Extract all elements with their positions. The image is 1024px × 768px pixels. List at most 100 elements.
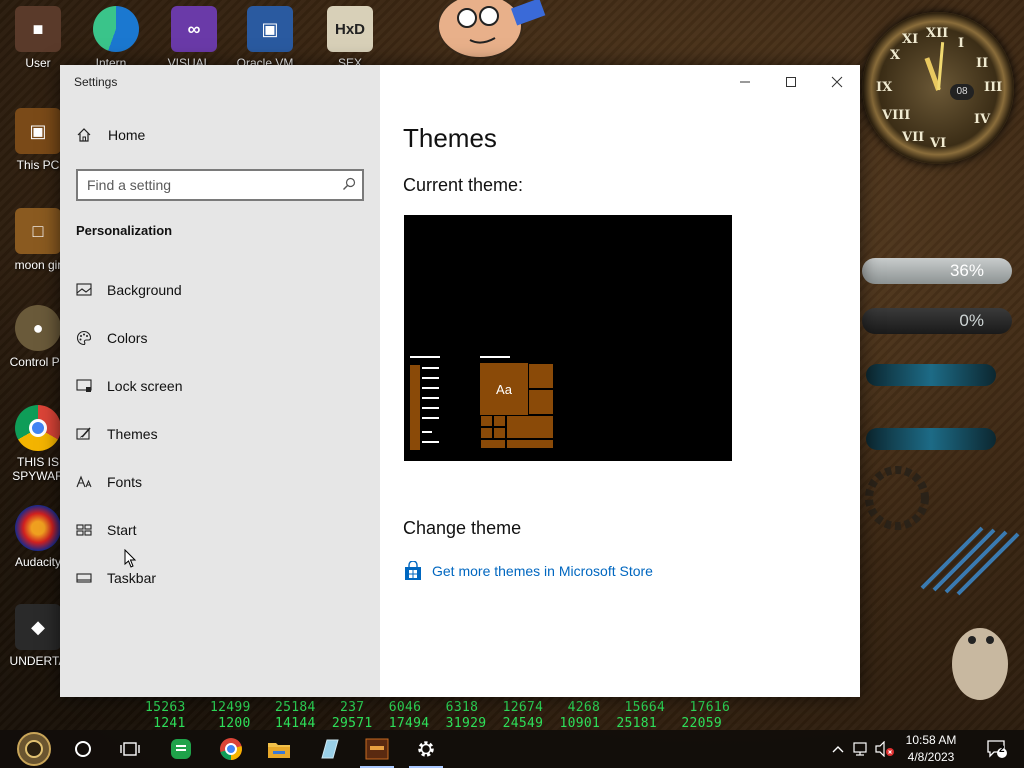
- home-icon: [77, 128, 91, 142]
- tray-overflow-button[interactable]: [828, 730, 848, 768]
- folder-icon: □: [15, 208, 61, 254]
- image-icon: [76, 282, 92, 298]
- taskbar-app-chrome[interactable]: [208, 730, 254, 768]
- cartoon-face-icon: [437, 0, 546, 59]
- sidebar-item-lock-screen[interactable]: Lock screen: [76, 366, 366, 406]
- preview-sample-text: Aa: [496, 381, 512, 397]
- cortana-button[interactable]: [60, 730, 106, 768]
- audacity-icon: [15, 505, 61, 551]
- chevron-up-icon: [832, 746, 844, 753]
- desktop-icon-visual-studio[interactable]: ∞ VISUAL...: [158, 6, 230, 70]
- section-title: Personalization: [76, 223, 173, 238]
- cpu-meter: 36%: [862, 258, 1012, 284]
- desktop-clock-widget: XII III VI IX I II IV VII VIII X XI 08: [862, 12, 1014, 164]
- virtualbox-icon: ▣: [247, 6, 293, 52]
- this-pc-icon: ▣: [15, 108, 61, 154]
- desktop-icon-edge[interactable]: Intern...: [80, 6, 152, 70]
- number-readout-row: 1241 1200 14144 29571 17494 31929 24549 …: [145, 716, 722, 730]
- sidebar-item-fonts[interactable]: Fonts: [76, 462, 366, 502]
- taskbar-app-sheets[interactable]: [158, 730, 204, 768]
- search-input[interactable]: [78, 171, 328, 199]
- sidebar-item-label: Taskbar: [107, 570, 157, 586]
- theme-preview[interactable]: Aa: [404, 215, 732, 461]
- sidebar-item-label: Fonts: [107, 474, 143, 490]
- task-view-button[interactable]: [107, 730, 153, 768]
- settings-icon: [418, 741, 434, 757]
- user-folder-icon: ■: [15, 6, 61, 52]
- file-explorer-icon: [268, 743, 290, 758]
- sidebar-item-taskbar[interactable]: Taskbar: [76, 558, 366, 598]
- start-icon: [17, 732, 51, 766]
- taskbar-clock[interactable]: 10:58 AM 4/8/2023: [896, 732, 966, 766]
- themes-content: Themes Current theme: Aa Change theme Ge…: [380, 65, 860, 697]
- clock-time: 10:58 AM: [905, 733, 957, 747]
- mouse-cursor-icon: [124, 549, 137, 568]
- clock-date: 4/8/2023: [907, 750, 955, 764]
- sidebar-item-themes[interactable]: Themes: [76, 414, 366, 454]
- taskbar-app-settings[interactable]: [403, 730, 449, 768]
- action-center-button[interactable]: 2: [974, 730, 1020, 768]
- chrome-icon: [220, 738, 242, 760]
- close-icon: [831, 76, 843, 88]
- font-icon: [76, 474, 92, 490]
- cortana-icon: [75, 741, 91, 757]
- settings-window: Settings Home Personalization Background: [60, 65, 860, 697]
- hamster-decoration-icon: [952, 628, 1008, 700]
- home-label: Home: [108, 127, 146, 143]
- palette-icon: [76, 330, 92, 346]
- start-button[interactable]: [10, 730, 58, 768]
- lock-screen-icon: [76, 378, 92, 394]
- network-meter: [866, 364, 996, 386]
- sidebar-item-label: Themes: [107, 426, 158, 442]
- desktop-icon-user[interactable]: ■ User: [2, 6, 74, 70]
- sidebar-item-colors[interactable]: Colors: [76, 318, 366, 358]
- maximize-icon: [786, 77, 796, 87]
- sidebar-item-start[interactable]: Start: [76, 510, 366, 550]
- brush-icon: [76, 426, 92, 442]
- chrome-icon: [15, 405, 61, 451]
- taskbar-icon: [76, 570, 92, 586]
- sidebar-item-background[interactable]: Background: [76, 270, 366, 310]
- taskbar-app-notepad[interactable]: [306, 730, 352, 768]
- sidebar-item-label: Start: [107, 522, 137, 538]
- taskbar-app-file-explorer[interactable]: [256, 730, 302, 768]
- sheets-icon: [171, 739, 191, 759]
- store-link-label: Get more themes in Microsoft Store: [432, 563, 653, 579]
- sidebar-item-label: Lock screen: [107, 378, 183, 394]
- notification-count: 2: [999, 744, 1005, 755]
- search-icon[interactable]: [342, 177, 356, 191]
- hxd-icon: HxD: [327, 6, 373, 52]
- page-title: Themes: [403, 123, 497, 153]
- notepad-icon: [321, 739, 339, 759]
- volume-tray-button[interactable]: [874, 730, 896, 768]
- start-grid-icon: [76, 522, 92, 538]
- network-icon: [853, 742, 867, 756]
- preview-taskbar: [410, 365, 420, 450]
- desktop-icon-virtualbox[interactable]: ▣ Oracle VM...: [234, 6, 306, 70]
- game-icon: [365, 738, 389, 760]
- control-panel-icon: ●: [15, 305, 61, 351]
- desktop-icon-hxd[interactable]: HxD SEX: [314, 6, 386, 70]
- taskbar: 10:58 AM 4/8/2023 2: [0, 730, 1024, 768]
- maximize-button[interactable]: [768, 69, 814, 95]
- visual-studio-icon: ∞: [171, 6, 217, 52]
- unity-icon: ◆: [15, 604, 61, 650]
- edge-icon: [93, 6, 139, 52]
- minimize-icon: [740, 81, 750, 83]
- disk-meter: 0%: [862, 308, 1012, 334]
- home-nav-item[interactable]: Home: [76, 127, 145, 143]
- number-readout-row: 15263 12499 25184 237 6046 6318 12674 42…: [145, 700, 731, 715]
- settings-sidebar: Settings Home Personalization Background: [60, 65, 380, 697]
- gear-decoration-icon: [865, 466, 1020, 596]
- sidebar-item-label: Colors: [107, 330, 148, 346]
- microsoft-store-link[interactable]: Get more themes in Microsoft Store: [403, 561, 653, 581]
- search-box: [76, 169, 364, 201]
- minimize-button[interactable]: [722, 69, 768, 95]
- window-title: Settings: [74, 75, 118, 89]
- close-button[interactable]: [814, 69, 860, 95]
- change-theme-heading: Change theme: [403, 518, 522, 538]
- taskbar-app-game[interactable]: [354, 730, 400, 768]
- network-tray-button[interactable]: [850, 730, 872, 768]
- task-view-icon: [120, 742, 140, 756]
- volume-muted-icon: [875, 741, 894, 757]
